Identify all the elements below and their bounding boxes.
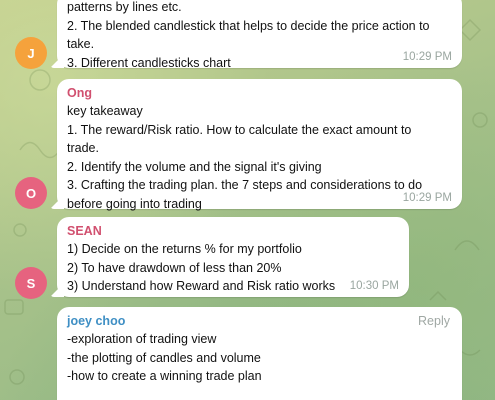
avatar-letter: J (27, 45, 35, 61)
message-line: -the plotting of candles and volume (67, 350, 261, 365)
avatar[interactable]: O (15, 177, 47, 209)
message-bubble[interactable]: SEAN 1) Decide on the returns % for my p… (57, 217, 409, 297)
message-bubble[interactable]: joey choo Reply -exploration of trading … (57, 307, 462, 400)
sender-name[interactable]: SEAN (67, 223, 399, 239)
message-line: 2. The blended candlestick that helps to… (67, 18, 430, 33)
message-line: 1. The reward/Risk ratio. How to calcula… (67, 122, 412, 137)
message-line: 3. Crafting the trading plan. the 7 step… (67, 178, 423, 192)
sender-name[interactable]: Ong (67, 85, 452, 101)
reply-button[interactable]: Reply (418, 314, 450, 328)
avatar[interactable]: S (15, 267, 47, 299)
message-line: take. (67, 37, 95, 51)
message-line: 2. Identify the volume and the signal it… (67, 159, 322, 174)
avatar-letter: O (25, 185, 37, 201)
message-timestamp: 10:29 PM (402, 192, 452, 204)
message-line: before going into trading (67, 196, 202, 211)
message-line: 3. Different candlesticks chart (67, 55, 231, 70)
avatar[interactable]: J (15, 37, 47, 69)
sender-name[interactable]: joey choo (67, 313, 452, 329)
message-line: key takeaway (67, 104, 143, 118)
avatar-letter: S (26, 275, 36, 291)
message-line: 2) To have drawdown of less than 20% (67, 260, 282, 275)
message-line: patterns by lines etc. (67, 0, 182, 14)
message-line: 1) Decide on the returns % for my portfo… (67, 242, 302, 256)
message-timestamp: 10:30 PM (349, 280, 399, 292)
message-line: -how to create a winning trade plan (67, 369, 262, 383)
message-line: -exploration of trading view (67, 332, 217, 346)
message-bubble[interactable]: patterns by lines etc. 2. The blended ca… (57, 0, 462, 70)
message-line: trade. (67, 141, 99, 155)
message-bubble[interactable]: Ong key takeaway 1. The reward/Risk rati… (57, 79, 462, 211)
message-timestamp: 10:29 PM (402, 51, 452, 63)
